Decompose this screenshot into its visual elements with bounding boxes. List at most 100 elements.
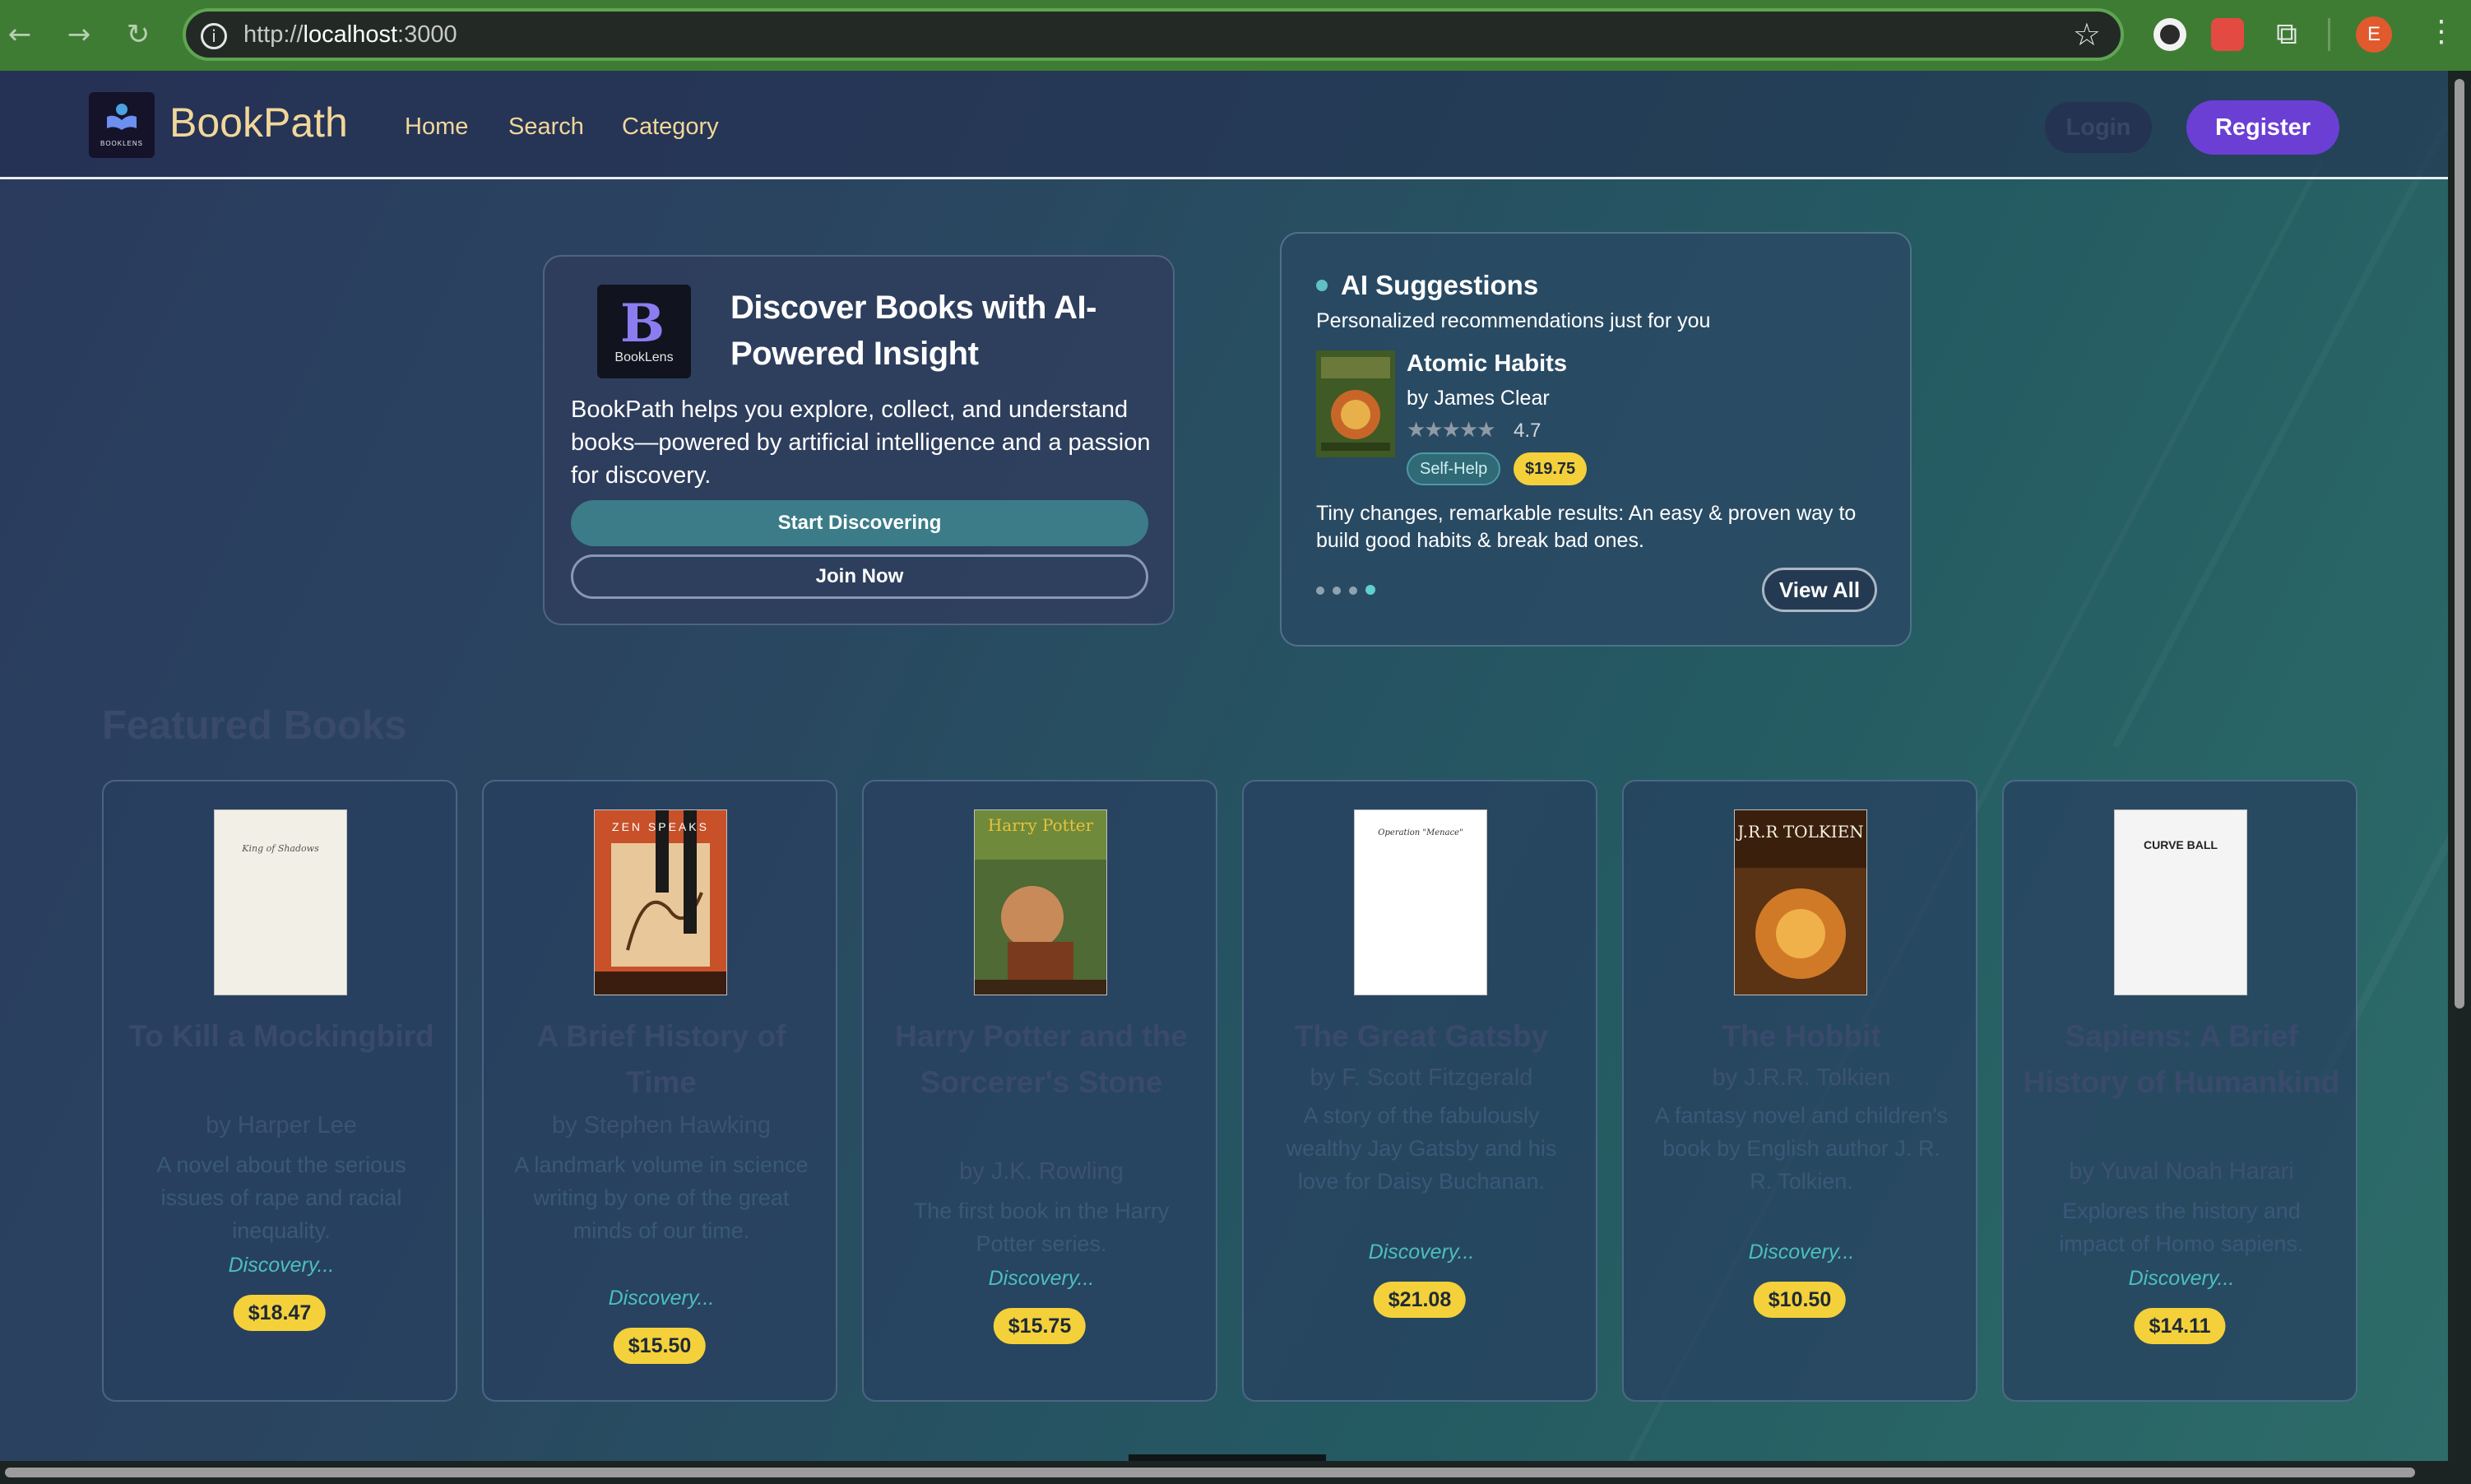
open-book-icon [107, 104, 137, 130]
back-icon[interactable]: ← [2, 16, 38, 53]
featured-books-heading: Featured Books [102, 703, 407, 748]
nav-search[interactable]: Search [508, 114, 584, 141]
price-badge: $18.47 [233, 1295, 327, 1331]
vertical-scrollbar[interactable] [2448, 71, 2471, 1461]
booklens-logo: B BookLens [597, 285, 691, 378]
join-now-button[interactable]: Join Now [571, 554, 1148, 599]
book-cover-image: Harry Potter [974, 809, 1107, 995]
ai-suggestions-title: AI Suggestions [1341, 270, 1539, 300]
hero-title: Discover Books with AI-Powered Insight [730, 290, 1096, 372]
suggestion-book-title[interactable]: Atomic Habits [1407, 350, 1567, 378]
book-category: Discovery... [1368, 1241, 1475, 1264]
carousel-dot-4[interactable] [1365, 585, 1375, 595]
carousel-dot-1[interactable] [1316, 587, 1324, 595]
horizontal-scroll-thumb[interactable] [5, 1468, 2415, 1477]
book-title: Sapiens: A Brief History of Humankind [2023, 1019, 2340, 1099]
start-discovering-button[interactable]: Start Discovering [571, 500, 1148, 546]
browser-menu-icon[interactable]: ⋮ [2427, 15, 2456, 49]
book-cover-image: Operation "Menace" [1354, 809, 1487, 995]
book-title: A Brief History of Time [536, 1019, 786, 1099]
book-category: Discovery... [988, 1267, 1095, 1290]
price-badge: $19.75 [1514, 452, 1588, 485]
hero-description: BookPath helps you explore, collect, and… [571, 397, 1151, 489]
logo-caption: BOOKLENS [100, 140, 143, 147]
brand-name[interactable]: BookPath [169, 99, 348, 146]
book-category: Discovery... [608, 1287, 715, 1310]
price-badge: $15.75 [993, 1308, 1087, 1344]
book-cover-image: J.R.R TOLKIEN [1734, 809, 1867, 995]
cover-caption: Harry Potter [987, 815, 1094, 835]
book-card[interactable]: King of Shadows To Kill a Mockingbird by… [102, 780, 457, 1402]
book-title: The Great Gatsby [1294, 1019, 1549, 1053]
price-badge: $21.08 [1373, 1282, 1467, 1318]
register-button[interactable]: Register [2186, 100, 2339, 155]
book-card[interactable]: Operation "Menace" The Great Gatsby by F… [1242, 780, 1597, 1402]
brand-logo[interactable]: BOOKLENS [89, 92, 155, 158]
reload-icon[interactable]: ↻ [120, 16, 156, 53]
horizontal-scrollbar[interactable] [0, 1461, 2471, 1484]
cover-caption: J.R.R TOLKIEN [1737, 822, 1864, 842]
category-badge: Self-Help [1407, 452, 1501, 485]
carousel-dot-2[interactable] [1333, 587, 1341, 595]
forward-icon[interactable]: → [61, 16, 97, 53]
address-bar[interactable]: i http://localhost:3000 ☆ [183, 8, 2124, 61]
view-all-button[interactable]: View All [1762, 568, 1877, 612]
profile-avatar[interactable]: E [2356, 16, 2392, 53]
book-category: Discovery... [2128, 1267, 2235, 1290]
book-description: The first book in the Harry Potter serie… [913, 1199, 1170, 1256]
cover-caption: King of Shadows [242, 843, 319, 854]
price-badge: $15.50 [613, 1328, 707, 1364]
cover-caption: CURVE BALL [2144, 838, 2218, 851]
hero-card: B BookLens Discover Books with AI-Powere… [543, 255, 1175, 625]
cover-caption: Operation "Menace" [1378, 828, 1463, 837]
status-dot-icon [1316, 280, 1328, 291]
book-card[interactable]: J.R.R TOLKIEN The Hobbit by J.R.R. Tolki… [1622, 780, 1977, 1402]
site-info-icon[interactable]: i [201, 23, 227, 49]
book-description: Explores the history and impact of Homo … [2059, 1199, 2304, 1256]
book-category: Discovery... [228, 1254, 335, 1277]
book-cover-image: King of Shadows [214, 809, 347, 995]
book-title: Harry Potter and the Sorcerer's Stone [895, 1019, 1188, 1099]
book-author: by Harper Lee [206, 1112, 357, 1139]
book-title: The Hobbit [1722, 1019, 1881, 1053]
book-card[interactable]: CURVE BALL Sapiens: A Brief History of H… [2002, 780, 2357, 1402]
bookmark-star-icon[interactable]: ☆ [2073, 16, 2101, 53]
extension-globe-icon[interactable] [2153, 18, 2186, 51]
url-text: http://localhost:3000 [243, 21, 457, 48]
booklens-b-icon: B [620, 293, 665, 355]
harry-potter-cover-art [975, 810, 1106, 995]
extension-red-icon[interactable] [2211, 18, 2244, 51]
book-category: Discovery... [1748, 1241, 1855, 1264]
browser-toolbar: ← → ↻ i http://localhost:3000 ☆ ⧉ E ⋮ [0, 0, 2471, 71]
hero-logo-caption: BookLens [614, 350, 674, 364]
book-author: by Stephen Hawking [552, 1112, 771, 1139]
login-button[interactable]: Login [2045, 102, 2152, 153]
rating-stars-icon: ★★★★★ [1407, 418, 1496, 443]
book-cover-image: ZEN SPEAKS [594, 809, 727, 995]
book-card[interactable]: ZEN SPEAKS A Brief History of Time by St… [482, 780, 837, 1402]
site-header: BOOKLENS BookPath Home Search Category L… [0, 71, 2448, 179]
book-cover-image[interactable] [1316, 350, 1395, 457]
dock-indicator [1129, 1454, 1326, 1461]
ai-suggestions-card: AI Suggestions Personalized recommendati… [1280, 232, 1912, 647]
suggestion-book-description: Tiny changes, remarkable results: An eas… [1316, 502, 1857, 552]
carousel-dot-3[interactable] [1349, 587, 1357, 595]
rating-value: 4.7 [1514, 420, 1541, 442]
price-badge: $10.50 [1753, 1282, 1847, 1318]
nav-home[interactable]: Home [405, 114, 468, 141]
vertical-scroll-thumb[interactable] [2455, 79, 2464, 1009]
book-description: A story of the fabulously wealthy Jay Ga… [1286, 1103, 1557, 1194]
book-description: A novel about the serious issues of rape… [156, 1152, 406, 1243]
book-card[interactable]: Harry Potter Harry Potter and the Sorcer… [862, 780, 1217, 1402]
toolbar-divider [2328, 18, 2330, 51]
ai-suggestions-subtitle: Personalized recommendations just for yo… [1316, 309, 1711, 332]
zen-cover-art [595, 810, 726, 995]
nav-category[interactable]: Category [622, 114, 719, 141]
price-badge: $14.11 [2134, 1308, 2226, 1344]
book-author: by J.K. Rowling [959, 1158, 1124, 1185]
extensions-puzzle-icon[interactable]: ⧉ [2270, 18, 2303, 51]
suggestion-book-author: by James Clear [1407, 387, 1550, 410]
cover-caption: ZEN SPEAKS [612, 820, 709, 833]
page-viewport: BOOKLENS BookPath Home Search Category L… [0, 71, 2448, 1461]
book-title: To Kill a Mockingbird [128, 1019, 434, 1053]
